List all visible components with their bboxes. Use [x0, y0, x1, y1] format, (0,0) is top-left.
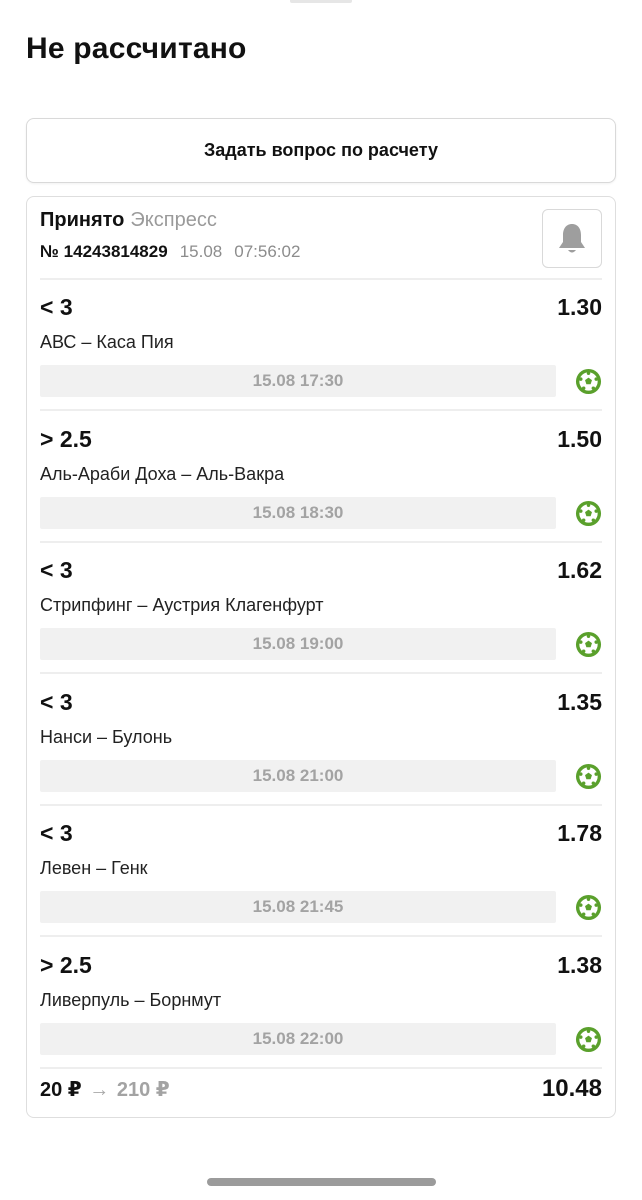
- event-start-time: 15.08 17:30: [40, 365, 556, 397]
- notify-button[interactable]: [542, 209, 602, 268]
- event-outcome: > 2.5: [40, 951, 92, 978]
- event-divider: [40, 1066, 602, 1069]
- stake-amount: 20 ₽: [40, 1079, 82, 1101]
- soccer-ball-icon: [575, 500, 602, 527]
- event-row[interactable]: < 3 1.30 АВС – Каса Пия 15.08 17:30: [40, 280, 602, 411]
- event-outcome: < 3: [40, 688, 73, 715]
- event-odds: 1.30: [557, 294, 602, 320]
- event-start-time: 15.08 19:00: [40, 628, 556, 660]
- soccer-ball-icon: [575, 894, 602, 921]
- bet-type: Экспресс: [130, 209, 217, 231]
- ask-settlement-question-button[interactable]: Задать вопрос по расчету: [26, 118, 616, 183]
- event-start-time: 15.08 21:45: [40, 891, 556, 923]
- event-start-time: 15.08 18:30: [40, 496, 556, 529]
- arrow-icon: →: [89, 1079, 110, 1101]
- event-outcome: < 3: [40, 557, 73, 583]
- event-odds: 1.50: [557, 425, 602, 452]
- bet-meta: № 14243814829 15.08 07:56:02: [40, 242, 602, 262]
- event-row[interactable]: < 3 1.78 Левен – Генк 15.08 21:45: [40, 806, 602, 937]
- home-indicator[interactable]: [207, 1178, 436, 1186]
- event-teams: Ливерпуль – Борнмут: [40, 989, 222, 1010]
- soccer-ball-icon: [575, 631, 602, 658]
- event-teams: Левен – Генк: [40, 858, 148, 878]
- soccer-ball-icon: [575, 763, 602, 790]
- event-row[interactable]: < 3 1.35 Нанси – Булонь 15.08 21:00: [40, 675, 602, 806]
- event-odds: 1.38: [557, 951, 602, 978]
- event-outcome: < 3: [40, 294, 73, 320]
- soccer-ball-icon: [575, 1026, 602, 1053]
- event-row[interactable]: > 2.5 1.50 Аль-Араби Доха – Аль-Вакра 15.08…: [40, 412, 602, 543]
- potential-payout: 210 ₽: [116, 1079, 170, 1101]
- event-odds: 1.35: [557, 688, 602, 715]
- bet-header: Принято Экспресс № 14243814829 15.08 07:56:…: [40, 209, 602, 279]
- stake-line: 20 ₽ → 210 ₽: [40, 1077, 170, 1102]
- event-row[interactable]: < 3 1.62 Стрипфинг – Аустрия Клагенфурт 15.…: [40, 543, 602, 674]
- event-outcome: < 3: [40, 820, 73, 846]
- bet-date: 15.08: [179, 242, 223, 261]
- bet-status: Принято: [40, 209, 125, 231]
- event-odds: 1.62: [557, 557, 602, 583]
- bet-time: 07:56:02: [234, 242, 301, 261]
- bet-summary: 20 ₽ → 210 ₽ 10.48: [40, 1075, 602, 1105]
- top-grip: [290, 0, 352, 3]
- total-odds: 10.48: [541, 1075, 602, 1102]
- event-teams: АВС – Каса Пия: [40, 332, 174, 352]
- event-row[interactable]: > 2.5 1.38 Ливерпуль – Борнмут 15.08 22:00: [40, 938, 602, 1069]
- page-title: Не рассчитано: [26, 32, 247, 65]
- bet-number: № 14243814829: [40, 242, 168, 261]
- bet-card: Принято Экспресс № 14243814829 15.08 07:56:…: [26, 196, 616, 1118]
- event-teams: Аль-Араби Доха – Аль-Вакра: [40, 463, 285, 484]
- event-start-time: 15.08 21:00: [40, 759, 556, 792]
- bet-status-line: Принято Экспресс: [40, 209, 602, 232]
- event-odds: 1.78: [557, 820, 602, 846]
- event-teams: Стрипфинг – Аустрия Клагенфурт: [40, 595, 324, 615]
- event-start-time: 15.08 22:00: [40, 1022, 556, 1055]
- soccer-ball-icon: [575, 368, 602, 395]
- bell-icon: [559, 223, 585, 252]
- event-outcome: > 2.5: [40, 425, 92, 452]
- event-teams: Нанси – Булонь: [40, 726, 173, 747]
